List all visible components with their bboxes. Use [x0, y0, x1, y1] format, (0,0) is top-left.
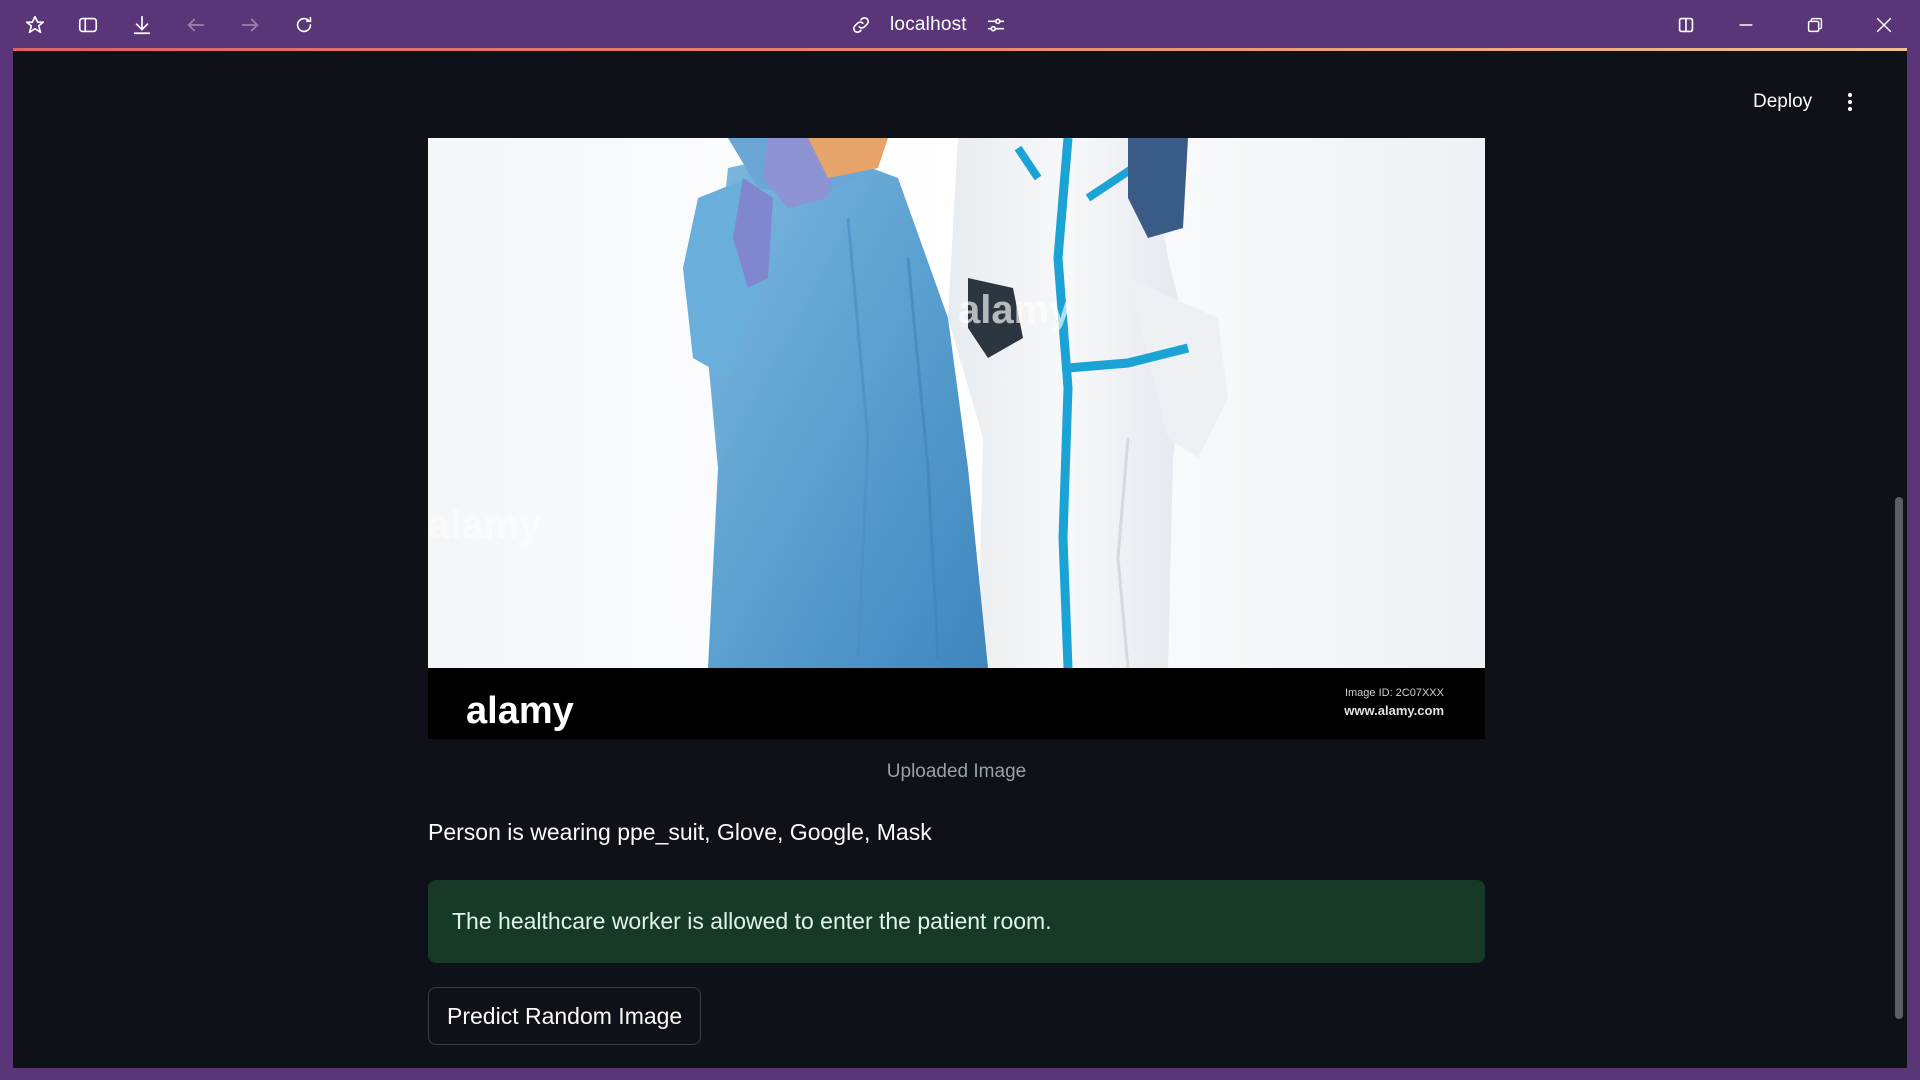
address-bar[interactable]: localhost [850, 8, 1007, 42]
close-icon[interactable] [1867, 8, 1901, 42]
footer-logo-text: alamy [466, 690, 574, 732]
deploy-button[interactable]: Deploy [1741, 85, 1824, 119]
vertical-scrollbar[interactable] [1895, 497, 1903, 1019]
streamlit-app: Deploy alamy alamy alamy Image ID: 2C07X… [13, 51, 1907, 1068]
image-caption: Uploaded Image [886, 761, 1027, 782]
predict-random-image-button[interactable]: Predict Random Image [428, 987, 702, 1045]
sidebar-toggle-icon[interactable] [71, 8, 105, 42]
watermark-left-text: alamy [428, 503, 542, 547]
site-settings-icon[interactable] [985, 14, 1007, 36]
url-text[interactable]: localhost [890, 14, 967, 36]
forward-arrow-icon[interactable] [233, 8, 267, 42]
main-content: alamy alamy alamy Image ID: 2C07XXX www.… [428, 138, 1485, 1045]
download-icon[interactable] [125, 8, 159, 42]
reload-icon[interactable] [287, 8, 321, 42]
footer-site-text: www.alamy.com [1343, 703, 1444, 718]
link-icon[interactable] [850, 14, 872, 36]
app-logo-icon[interactable] [18, 8, 52, 42]
success-alert: The healthcare worker is allowed to ente… [428, 880, 1485, 963]
footer-id-text: Image ID: 2C07XXX [1345, 687, 1445, 699]
main-menu-icon[interactable] [1833, 85, 1867, 119]
restore-icon[interactable] [1798, 8, 1832, 42]
watermark-center-text: alamy [958, 288, 1072, 332]
browser-titlebar: localhost [0, 0, 1920, 49]
back-arrow-icon[interactable] [179, 8, 213, 42]
prediction-text: Person is wearing ppe_suit, Glove, Googl… [428, 819, 932, 845]
success-alert-message: The healthcare worker is allowed to ente… [452, 908, 1052, 934]
split-view-icon[interactable] [1669, 8, 1703, 42]
minimize-icon[interactable] [1729, 8, 1763, 42]
uploaded-image: alamy alamy alamy Image ID: 2C07XXX www.… [428, 138, 1485, 739]
